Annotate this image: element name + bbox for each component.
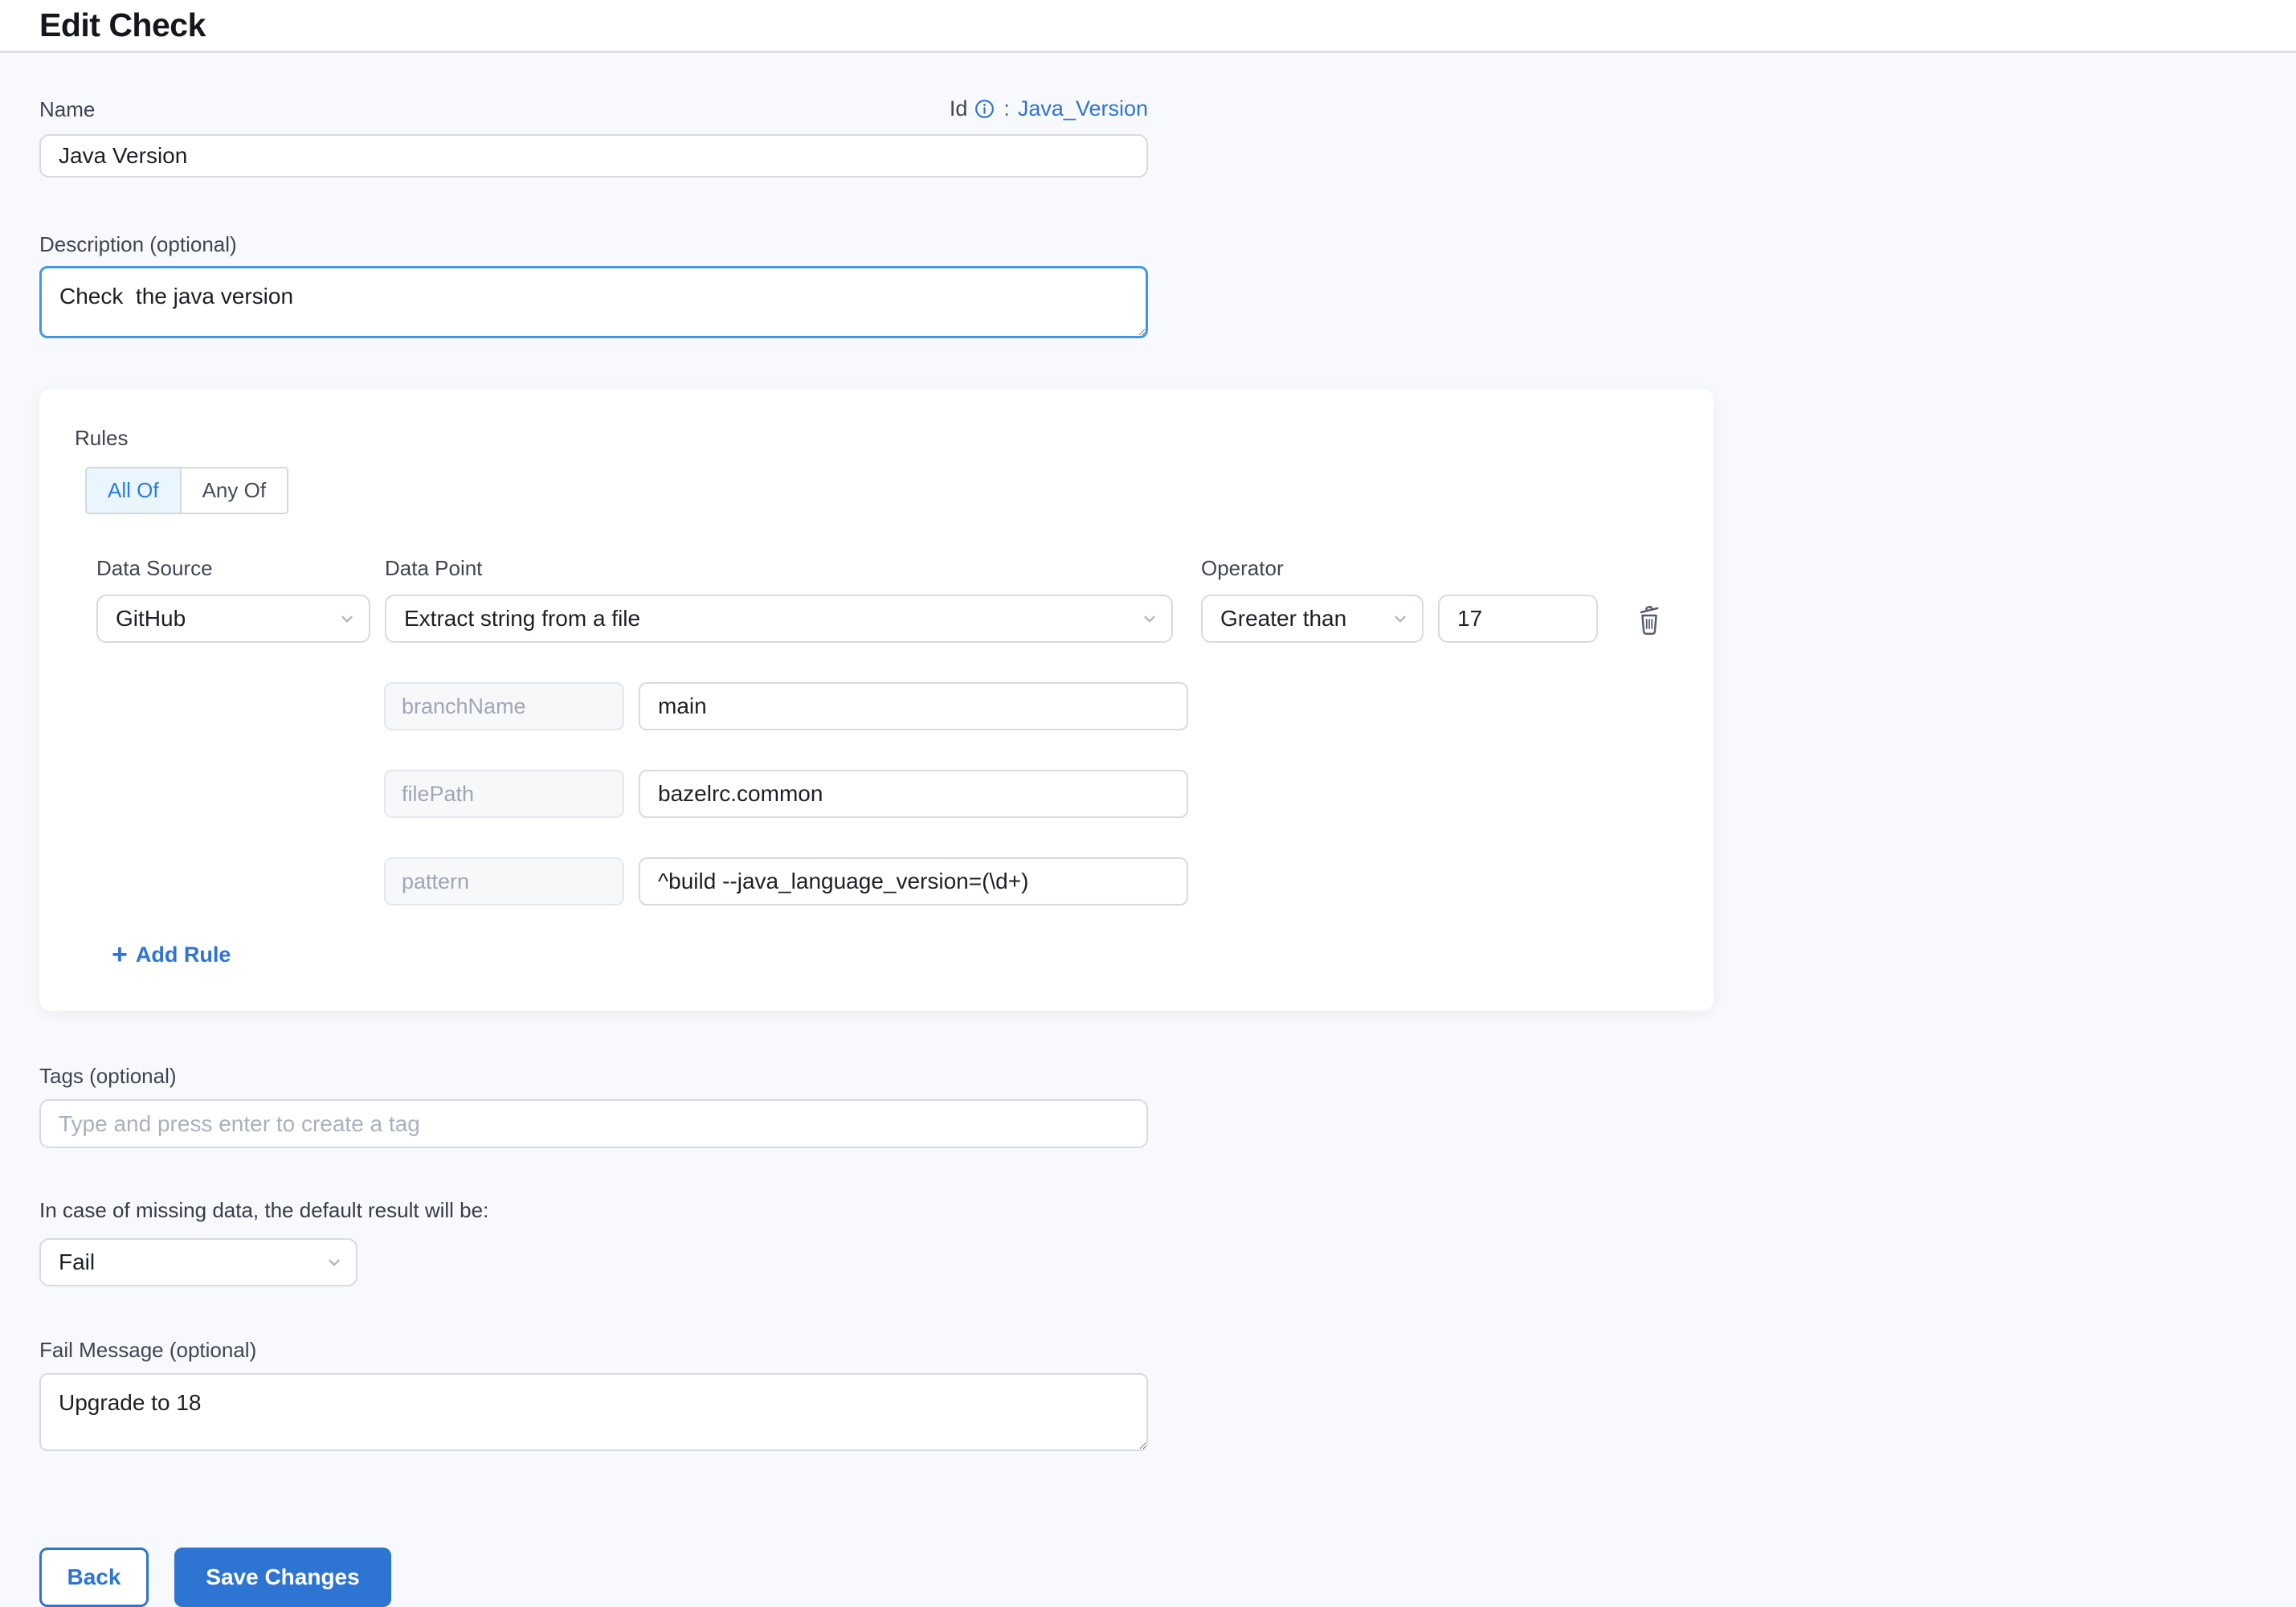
name-id-row: Name Id : Java_Version xyxy=(39,96,1148,121)
fail-message-textarea[interactable]: Upgrade to 18 xyxy=(39,1373,1148,1451)
fail-message-label: Fail Message (optional) xyxy=(39,1338,2257,1362)
back-button[interactable]: Back xyxy=(39,1548,149,1607)
operator-label: Operator xyxy=(1201,556,1424,580)
data-point-value: Extract string from a file xyxy=(404,606,640,632)
name-input[interactable] xyxy=(39,134,1148,178)
param-value-pattern[interactable] xyxy=(639,857,1188,906)
add-rule-button[interactable]: + Add Rule xyxy=(112,943,231,967)
chevron-down-icon xyxy=(337,608,357,629)
edit-check-page: Edit Check Name Id : Java_Version Descr xyxy=(0,0,2296,1597)
chevron-down-icon xyxy=(324,1252,345,1273)
form-actions: Back Save Changes xyxy=(39,1548,2257,1607)
data-point-label: Data Point xyxy=(385,556,1201,580)
description-textarea[interactable]: Check the java version xyxy=(39,266,1148,338)
data-source-select[interactable]: GitHub xyxy=(96,595,370,643)
param-value-filepath[interactable] xyxy=(639,770,1188,818)
match-type-toggle: All Of Any Of xyxy=(85,467,288,514)
operator-select[interactable]: Greater than xyxy=(1201,595,1424,643)
param-key-filepath: filePath xyxy=(384,770,624,818)
all-of-button[interactable]: All Of xyxy=(87,468,180,513)
delete-rule-button[interactable] xyxy=(1630,596,1669,642)
tags-input[interactable] xyxy=(39,1099,1148,1148)
missing-data-value: Fail xyxy=(59,1249,95,1275)
rule-controls-row: GitHub Extract string from a file xyxy=(96,595,1714,643)
param-key-branchname: branchName xyxy=(384,682,624,730)
rule-column-labels: Data Source Data Point Operator xyxy=(96,556,1714,580)
add-rule-label: Add Rule xyxy=(136,943,231,967)
check-id-link[interactable]: Java_Version xyxy=(1018,96,1148,121)
tags-label: Tags (optional) xyxy=(39,1064,2257,1088)
chevron-down-icon xyxy=(1390,608,1411,629)
rules-card: Rules All Of Any Of Data Source Data Poi… xyxy=(39,389,1714,1011)
id-separator: : xyxy=(1003,96,1010,121)
param-key-pattern: pattern xyxy=(384,857,624,906)
check-id-row: Id : Java_Version xyxy=(950,96,1148,121)
page-title: Edit Check xyxy=(39,6,206,44)
page-header: Edit Check xyxy=(0,0,2296,53)
param-value-branchname[interactable] xyxy=(639,682,1188,730)
any-of-button[interactable]: Any Of xyxy=(180,468,287,513)
id-label: Id xyxy=(950,96,968,121)
trash-icon xyxy=(1633,599,1665,639)
data-source-label: Data Source xyxy=(96,556,385,580)
rule-row: Data Source Data Point Operator GitHub xyxy=(96,556,1714,643)
data-point-select[interactable]: Extract string from a file xyxy=(385,595,1173,643)
plus-icon: + xyxy=(112,944,128,966)
missing-data-label: In case of missing data, the default res… xyxy=(39,1198,2257,1222)
rule-param-row: filePath xyxy=(384,770,1714,818)
form-content: Name Id : Java_Version Description (opti… xyxy=(0,96,2296,1607)
operator-value: Greater than xyxy=(1220,606,1346,632)
description-label: Description (optional) xyxy=(39,232,2257,256)
info-icon[interactable] xyxy=(974,98,995,120)
rule-param-row: pattern xyxy=(384,857,1714,906)
name-label: Name xyxy=(39,97,95,121)
missing-data-select[interactable]: Fail xyxy=(39,1238,357,1286)
rule-param-row: branchName xyxy=(384,682,1714,730)
operator-value-input[interactable] xyxy=(1438,595,1598,643)
save-changes-button[interactable]: Save Changes xyxy=(174,1548,391,1607)
data-source-value: GitHub xyxy=(116,606,186,632)
rules-title: Rules xyxy=(75,426,1714,450)
chevron-down-icon xyxy=(1139,608,1160,629)
